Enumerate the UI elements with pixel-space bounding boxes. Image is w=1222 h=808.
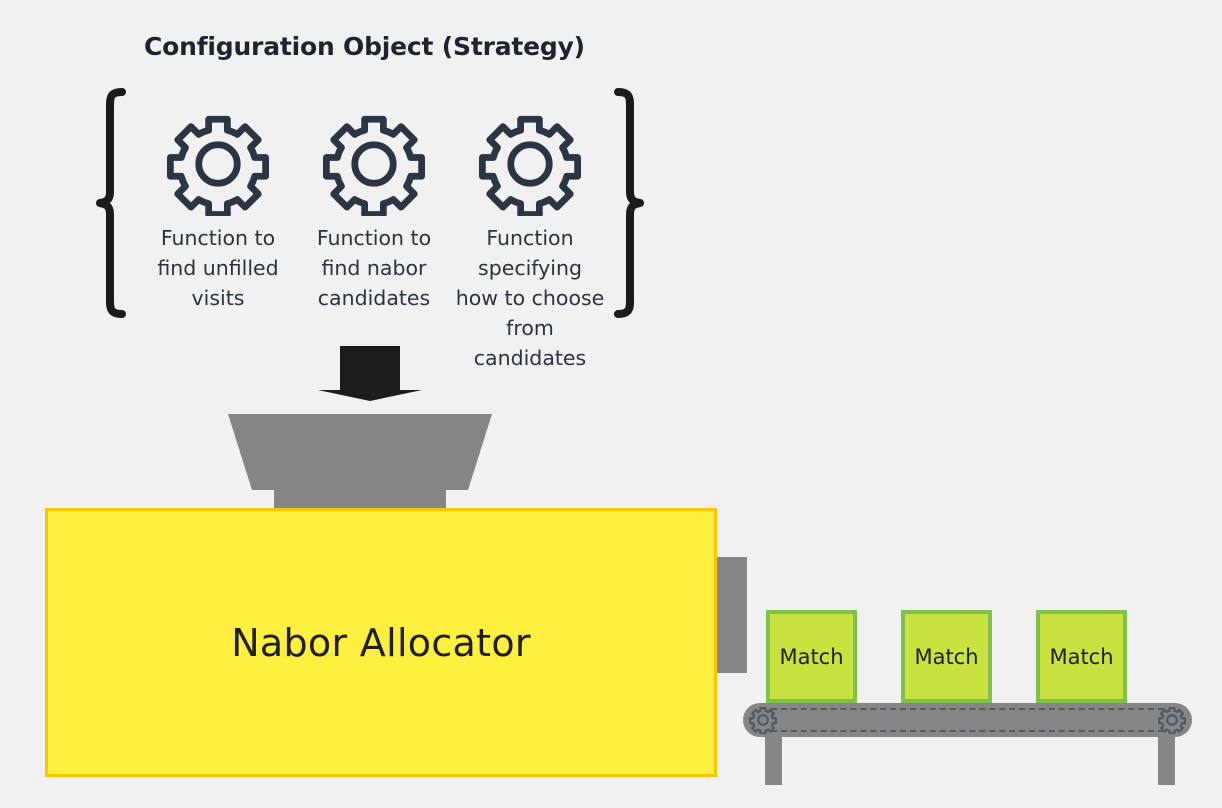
- gear-icon: [166, 115, 270, 216]
- gear-icon: [1158, 706, 1186, 734]
- belt-dash-line: [771, 708, 1164, 710]
- match-output-label: Match: [779, 644, 844, 669]
- page-title: Configuration Object (Strategy): [144, 32, 585, 61]
- match-output-label: Match: [914, 644, 979, 669]
- strategy-item-2: Function specifying how to choose from c…: [452, 112, 608, 374]
- strategy-item-1: Function to find nabor candidates: [296, 112, 452, 314]
- match-output-box: Match: [766, 610, 857, 703]
- right-brace: [614, 88, 644, 318]
- strategy-item-list: Function to find unfilled visits Functio…: [140, 112, 608, 374]
- match-output-label: Match: [1049, 644, 1114, 669]
- conveyor-leg: [1158, 736, 1175, 785]
- match-output-box: Match: [901, 610, 992, 703]
- down-arrow-icon: [318, 346, 422, 401]
- belt-dash-line: [771, 730, 1164, 732]
- match-output-box: Match: [1036, 610, 1127, 703]
- nabor-allocator-label: Nabor Allocator: [231, 620, 531, 665]
- strategy-item-label: Function to find nabor candidates: [316, 226, 432, 310]
- diagram-canvas: Configuration Object (Strategy) Function…: [0, 0, 1222, 808]
- strategy-item-0: Function to find unfilled visits: [140, 112, 296, 314]
- nabor-allocator-box: Nabor Allocator: [45, 508, 717, 777]
- gear-icon: [749, 706, 777, 734]
- left-brace: [96, 88, 126, 318]
- strategy-item-label: Function specifying how to choose from c…: [455, 226, 605, 370]
- strategy-item-label: Function to find unfilled visits: [157, 226, 279, 310]
- gear-icon: [322, 115, 426, 216]
- output-chute: [717, 557, 747, 673]
- funnel-icon: [228, 414, 492, 510]
- conveyor-leg: [765, 736, 782, 785]
- gear-icon: [478, 115, 582, 216]
- conveyor-belt: [743, 703, 1192, 737]
